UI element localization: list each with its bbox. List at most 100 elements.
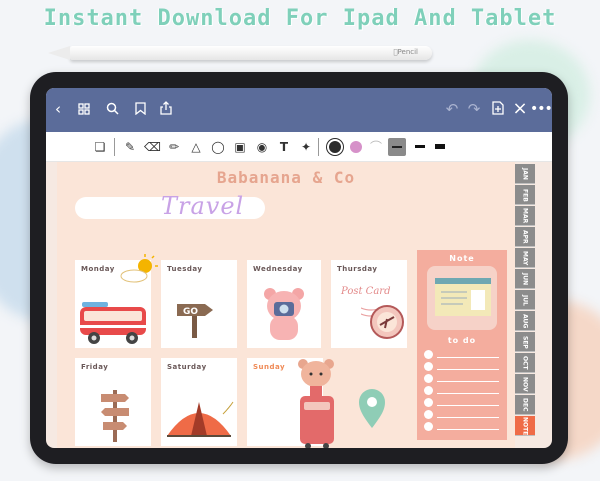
curve-icon[interactable]: ⌒ — [368, 138, 384, 156]
undo-icon[interactable]: ↶ — [442, 98, 462, 120]
day-card-saturday[interactable]: Saturday — [161, 358, 237, 446]
day-label: Tuesday — [167, 265, 203, 273]
drawing-toolbar: ❏ ✎ ⌫ ✏ △ ◯ ▣ ◉ T ✦ ⌒ — [46, 132, 552, 162]
redo-icon[interactable]: ↷ — [464, 98, 484, 120]
boarding-pass-sticker — [427, 266, 497, 330]
day-card-wednesday[interactable]: Wednesday — [247, 260, 321, 348]
eraser-icon[interactable]: ⌫ — [144, 138, 161, 156]
todo-item[interactable] — [424, 398, 500, 407]
todo-line — [437, 393, 499, 394]
day-label: Monday — [81, 265, 115, 273]
todo-checkbox[interactable] — [424, 350, 433, 359]
tab-note[interactable]: NOTE — [515, 416, 535, 436]
add-page-icon[interactable] — [488, 98, 508, 120]
search-icon[interactable] — [102, 98, 122, 120]
tablet-screen: ‹ ↶ ↷ × ••• ❏ ✎ ⌫ ✏ △ ◯ ▣ ◉ T ✦ ⌒ Babana… — [46, 88, 552, 448]
todo-checkbox[interactable] — [424, 374, 433, 383]
tab-oct[interactable]: OCT — [515, 353, 535, 373]
pencil-tip — [48, 46, 70, 60]
go-sign-text: GO — [183, 307, 198, 317]
camera-icon[interactable]: ◉ — [254, 138, 270, 156]
postmark-sticker — [361, 305, 404, 339]
planner-brand: Babanana & Co — [216, 168, 356, 187]
app-navbar: ‹ ↶ ↷ × ••• — [46, 88, 552, 132]
day-card-monday[interactable]: Monday — [75, 254, 158, 348]
todo-item[interactable] — [424, 422, 500, 431]
note-label: Note — [449, 254, 475, 263]
todo-checkbox[interactable] — [424, 410, 433, 419]
todo-line — [437, 357, 499, 358]
lasso-icon[interactable]: ◯ — [210, 138, 226, 156]
tablet-frame: ‹ ↶ ↷ × ••• ❏ ✎ ⌫ ✏ △ ◯ ▣ ◉ T ✦ ⌒ Babana… — [30, 72, 568, 464]
more-icon[interactable]: ••• — [530, 98, 552, 120]
day-label: Saturday — [167, 363, 207, 371]
todo-item[interactable] — [424, 362, 500, 371]
back-icon[interactable]: ‹ — [48, 98, 68, 120]
todo-checkbox[interactable] — [424, 386, 433, 395]
tab-may[interactable]: MAY — [515, 248, 535, 268]
todo-line — [437, 429, 499, 430]
todo-item[interactable] — [424, 386, 500, 395]
day-label: Thursday — [337, 265, 378, 273]
promo-headline: Instant Download For Ipad And Tablet — [43, 6, 557, 31]
day-card-thursday[interactable]: Thursday Post Card — [331, 260, 407, 348]
grid-icon[interactable] — [74, 98, 94, 120]
color-swatch-black[interactable] — [329, 141, 341, 153]
tab-jul[interactable]: JUL — [515, 290, 535, 310]
tab-nov[interactable]: NOV — [515, 374, 535, 394]
tab-aug[interactable]: AUG — [515, 311, 535, 331]
todo-line — [437, 381, 499, 382]
text-icon[interactable]: T — [276, 138, 292, 156]
tab-dec[interactable]: DEC — [515, 395, 535, 415]
todo-item[interactable] — [424, 350, 500, 359]
tab-apr[interactable]: APR — [515, 227, 535, 247]
todo-checkbox[interactable] — [424, 398, 433, 407]
laser-icon[interactable]: ✦ — [298, 138, 314, 156]
tab-mar[interactable]: MAR — [515, 206, 535, 226]
planner-page: Babanana & Co Travel Monday Tuesday GO W… — [57, 162, 515, 448]
pen-icon[interactable]: ✎ — [122, 138, 138, 156]
share-icon[interactable] — [156, 98, 176, 120]
tab-feb[interactable]: FEB — [515, 185, 535, 205]
read-mode-icon[interactable]: ❏ — [92, 138, 108, 156]
highlighter-icon[interactable]: ✏ — [166, 138, 182, 156]
day-label: Sunday — [253, 363, 286, 371]
tab-sep[interactable]: SEP — [515, 332, 535, 352]
note-panel[interactable]: Note to do — [417, 250, 507, 440]
tent-sticker — [167, 401, 234, 437]
day-card-tuesday[interactable]: Tuesday GO — [161, 260, 237, 348]
todo-label: to do — [447, 336, 477, 345]
day-label: Friday — [81, 363, 109, 371]
todo-line — [437, 417, 499, 418]
bus-sticker — [80, 302, 146, 344]
toolbar-divider — [114, 138, 115, 156]
todo-line — [437, 405, 499, 406]
sun-cloud-sticker — [120, 254, 158, 283]
todo-item[interactable] — [424, 374, 500, 383]
stroke-thick[interactable] — [432, 138, 448, 156]
todo-item[interactable] — [424, 410, 500, 419]
tab-jan[interactable]: JAN — [515, 164, 535, 184]
tab-jun[interactable]: JUN — [515, 269, 535, 289]
close-icon[interactable]: × — [510, 98, 530, 120]
bookmark-icon[interactable] — [130, 98, 150, 120]
color-swatch-pink[interactable] — [350, 141, 362, 153]
toolbar-divider — [318, 138, 319, 156]
todo-checkbox[interactable] — [424, 362, 433, 371]
stroke-medium[interactable] — [412, 138, 428, 156]
planner-title: Travel — [161, 192, 245, 220]
bear-camera-sticker — [264, 288, 304, 340]
image-icon[interactable]: ▣ — [232, 138, 248, 156]
apple-pencil: Pencil — [48, 46, 432, 60]
shape-icon[interactable]: △ — [188, 138, 204, 156]
pencil-brand-label: Pencil — [393, 48, 418, 56]
day-card-friday[interactable]: Friday — [75, 358, 151, 446]
day-label: Wednesday — [253, 265, 303, 273]
month-tabs: JAN FEB MAR APR MAY JUN JUL AUG SEP OCT … — [515, 164, 537, 448]
stroke-thin-selected[interactable] — [388, 138, 406, 156]
go-sign-sticker: GO — [177, 304, 213, 338]
bear-luggage-sticker — [298, 359, 334, 448]
postcard-sticker: Post Card — [341, 286, 391, 297]
signpost-sticker — [101, 390, 129, 442]
todo-checkbox[interactable] — [424, 422, 433, 431]
